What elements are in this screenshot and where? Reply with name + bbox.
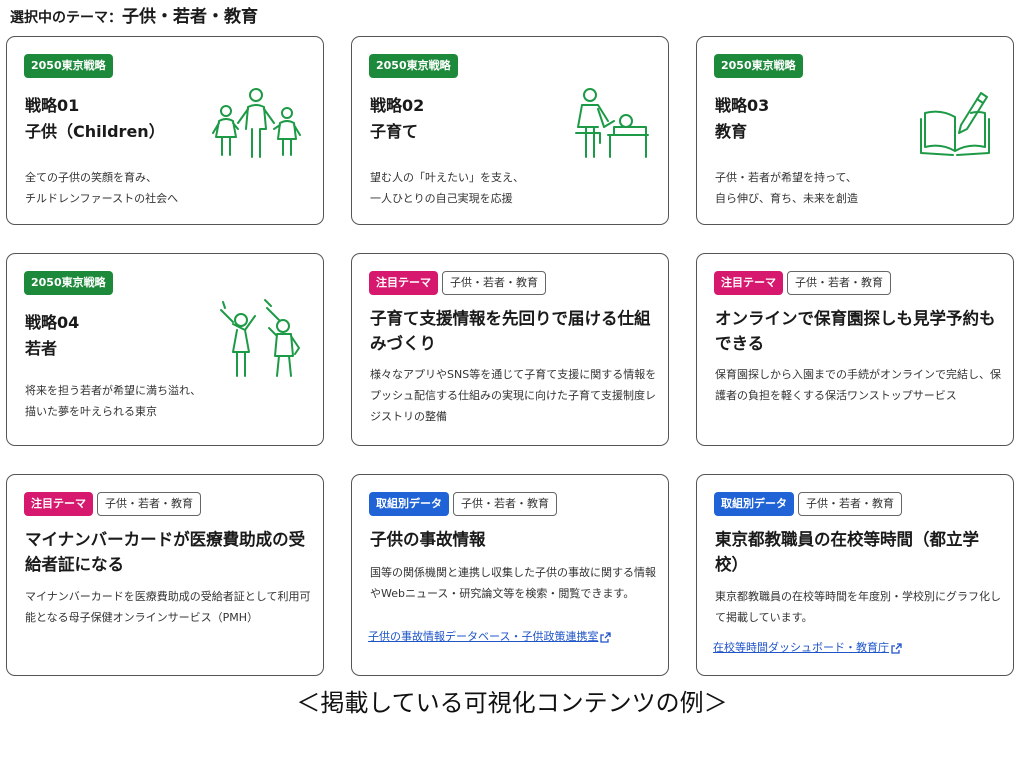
strategy-number: 戦略04: [25, 313, 80, 332]
focus-theme-card-mynumber[interactable]: 注目テーマ 子供・若者・教育 マイナンバーカードが医療費助成の受給者証になる マ…: [6, 474, 324, 676]
strategy-heading: 戦略03 教育: [715, 93, 769, 145]
childcare-caregiver-icon: [575, 88, 649, 158]
data-card-child-accidents[interactable]: 取組別データ 子供・若者・教育 子供の事故情報 国等の関係機関と連携し収集した子…: [351, 474, 669, 676]
card-title: マイナンバーカードが医療費助成の受給者証になる: [25, 530, 306, 574]
card-description: 国等の関係機関と連携し収集した子供の事故に関する情報やWebニュース・研究論文等…: [370, 566, 656, 600]
strategy-card-04[interactable]: 2050東京戦略 戦略04 若者 将来を担う若者が希望に満ち溢れ、 描いた夢を叶…: [6, 253, 324, 446]
card-description: 様々なアプリやSNS等を通じて子育て支援に関する情報をプッシュ配信する仕組みの実…: [370, 368, 657, 423]
strategy-card-03[interactable]: 2050東京戦略 戦略03 教育 子供・若者が希望を持って、 自ら伸び、育ち、未…: [696, 36, 1014, 225]
young-people-cheering-icon: [220, 299, 300, 377]
data-tag: 取組別データ: [369, 492, 449, 516]
card-description: マイナンバーカードを医療費助成の受給者証として利用可能となる母子保健オンラインサ…: [25, 590, 311, 624]
category-tag: 子供・若者・教育: [442, 271, 546, 295]
category-tag: 子供・若者・教育: [97, 492, 201, 516]
strategy-number: 戦略03: [715, 96, 770, 115]
category-tag: 子供・若者・教育: [787, 271, 891, 295]
category-tag: 子供・若者・教育: [798, 492, 902, 516]
selected-theme-name: 子供・若者・教育: [122, 7, 258, 27]
link-text: 在校等時間ダッシュボード・教育庁: [713, 641, 889, 654]
focus-theme-card-nursery-search[interactable]: 注目テーマ 子供・若者・教育 オンラインで保育園探しも見学予約もできる 保育園探…: [696, 253, 1014, 446]
external-link-icon: [891, 642, 902, 654]
open-book-pen-icon: [920, 92, 990, 156]
strategy-tag: 2050東京戦略: [714, 54, 803, 78]
strategy-title: 教育: [715, 122, 748, 141]
strategy-tag: 2050東京戦略: [369, 54, 458, 78]
external-link-teacher-dashboard[interactable]: 在校等時間ダッシュボード・教育庁: [713, 639, 902, 655]
external-link-icon: [600, 631, 612, 643]
selected-theme-label: 選択中のテーマ：: [10, 10, 122, 26]
category-tag: 子供・若者・教育: [453, 492, 557, 516]
selected-theme-header: 選択中のテーマ：子供・若者・教育: [10, 2, 258, 27]
strategy-description: 将来を担う若者が希望に満ち溢れ、 描いた夢を叶えられる東京: [25, 384, 202, 418]
strategy-description: 全ての子供の笑顔を育み、 チルドレンファーストの社会へ: [25, 171, 179, 205]
strategy-title: 若者: [25, 339, 58, 358]
card-description: 保育園探しから入園までの手続がオンラインで完結し、保護者の負担を軽くする保活ワン…: [715, 368, 1001, 402]
focus-theme-tag: 注目テーマ: [714, 271, 783, 295]
strategy-description: 子供・若者が希望を持って、 自ら伸び、育ち、未来を創造: [715, 171, 858, 205]
content-card-grid: 2050東京戦略 戦略01 子供（Children） 全ての子供の笑顔を育み、 …: [6, 36, 1018, 676]
focus-theme-tag: 注目テーマ: [24, 492, 93, 516]
data-card-teacher-hours[interactable]: 取組別データ 子供・若者・教育 東京都教職員の在校等時間（都立学校） 東京都教職…: [696, 474, 1014, 676]
link-text: 子供の事故情報データベース・子供政策連携室: [368, 630, 599, 643]
strategy-heading: 戦略02 子育て: [370, 93, 424, 145]
children-family-icon: [212, 88, 301, 158]
strategy-title: 子育て: [370, 122, 419, 141]
strategy-heading: 戦略01 子供（Children）: [25, 93, 165, 145]
card-title: 子育て支援情報を先回りで届ける仕組みづくり: [370, 309, 651, 353]
card-title: オンラインで保育園探しも見学予約もできる: [715, 309, 996, 353]
strategy-description: 望む人の「叶えたい」を支え、 一人ひとりの自己実現を応援: [370, 171, 524, 205]
focus-theme-tag: 注目テーマ: [369, 271, 438, 295]
focus-theme-card-childcare-info[interactable]: 注目テーマ 子供・若者・教育 子育て支援情報を先回りで届ける仕組みづくり 様々な…: [351, 253, 669, 446]
data-tag: 取組別データ: [714, 492, 794, 516]
external-link-accident-database[interactable]: 子供の事故情報データベース・子供政策連携室: [368, 628, 612, 644]
card-title: 子供の事故情報: [370, 530, 486, 549]
strategy-card-01[interactable]: 2050東京戦略 戦略01 子供（Children） 全ての子供の笑顔を育み、 …: [6, 36, 324, 225]
card-description: 東京都教職員の在校等時間を年度別・学校別にグラフ化して掲載しています。: [715, 590, 1001, 624]
strategy-number: 戦略01: [25, 96, 80, 115]
strategy-title: 子供（Children）: [25, 122, 165, 141]
strategy-number: 戦略02: [370, 96, 425, 115]
card-title: 東京都教職員の在校等時間（都立学校）: [715, 530, 979, 574]
strategy-tag: 2050東京戦略: [24, 271, 113, 295]
strategy-tag: 2050東京戦略: [24, 54, 113, 78]
strategy-card-02[interactable]: 2050東京戦略 戦略02 子育て 望む人の「叶えたい」を支え、 一人ひとりの自…: [351, 36, 669, 225]
strategy-heading: 戦略04 若者: [25, 310, 79, 362]
figure-caption: ＜掲載している可視化コンテンツの例＞: [296, 689, 728, 717]
